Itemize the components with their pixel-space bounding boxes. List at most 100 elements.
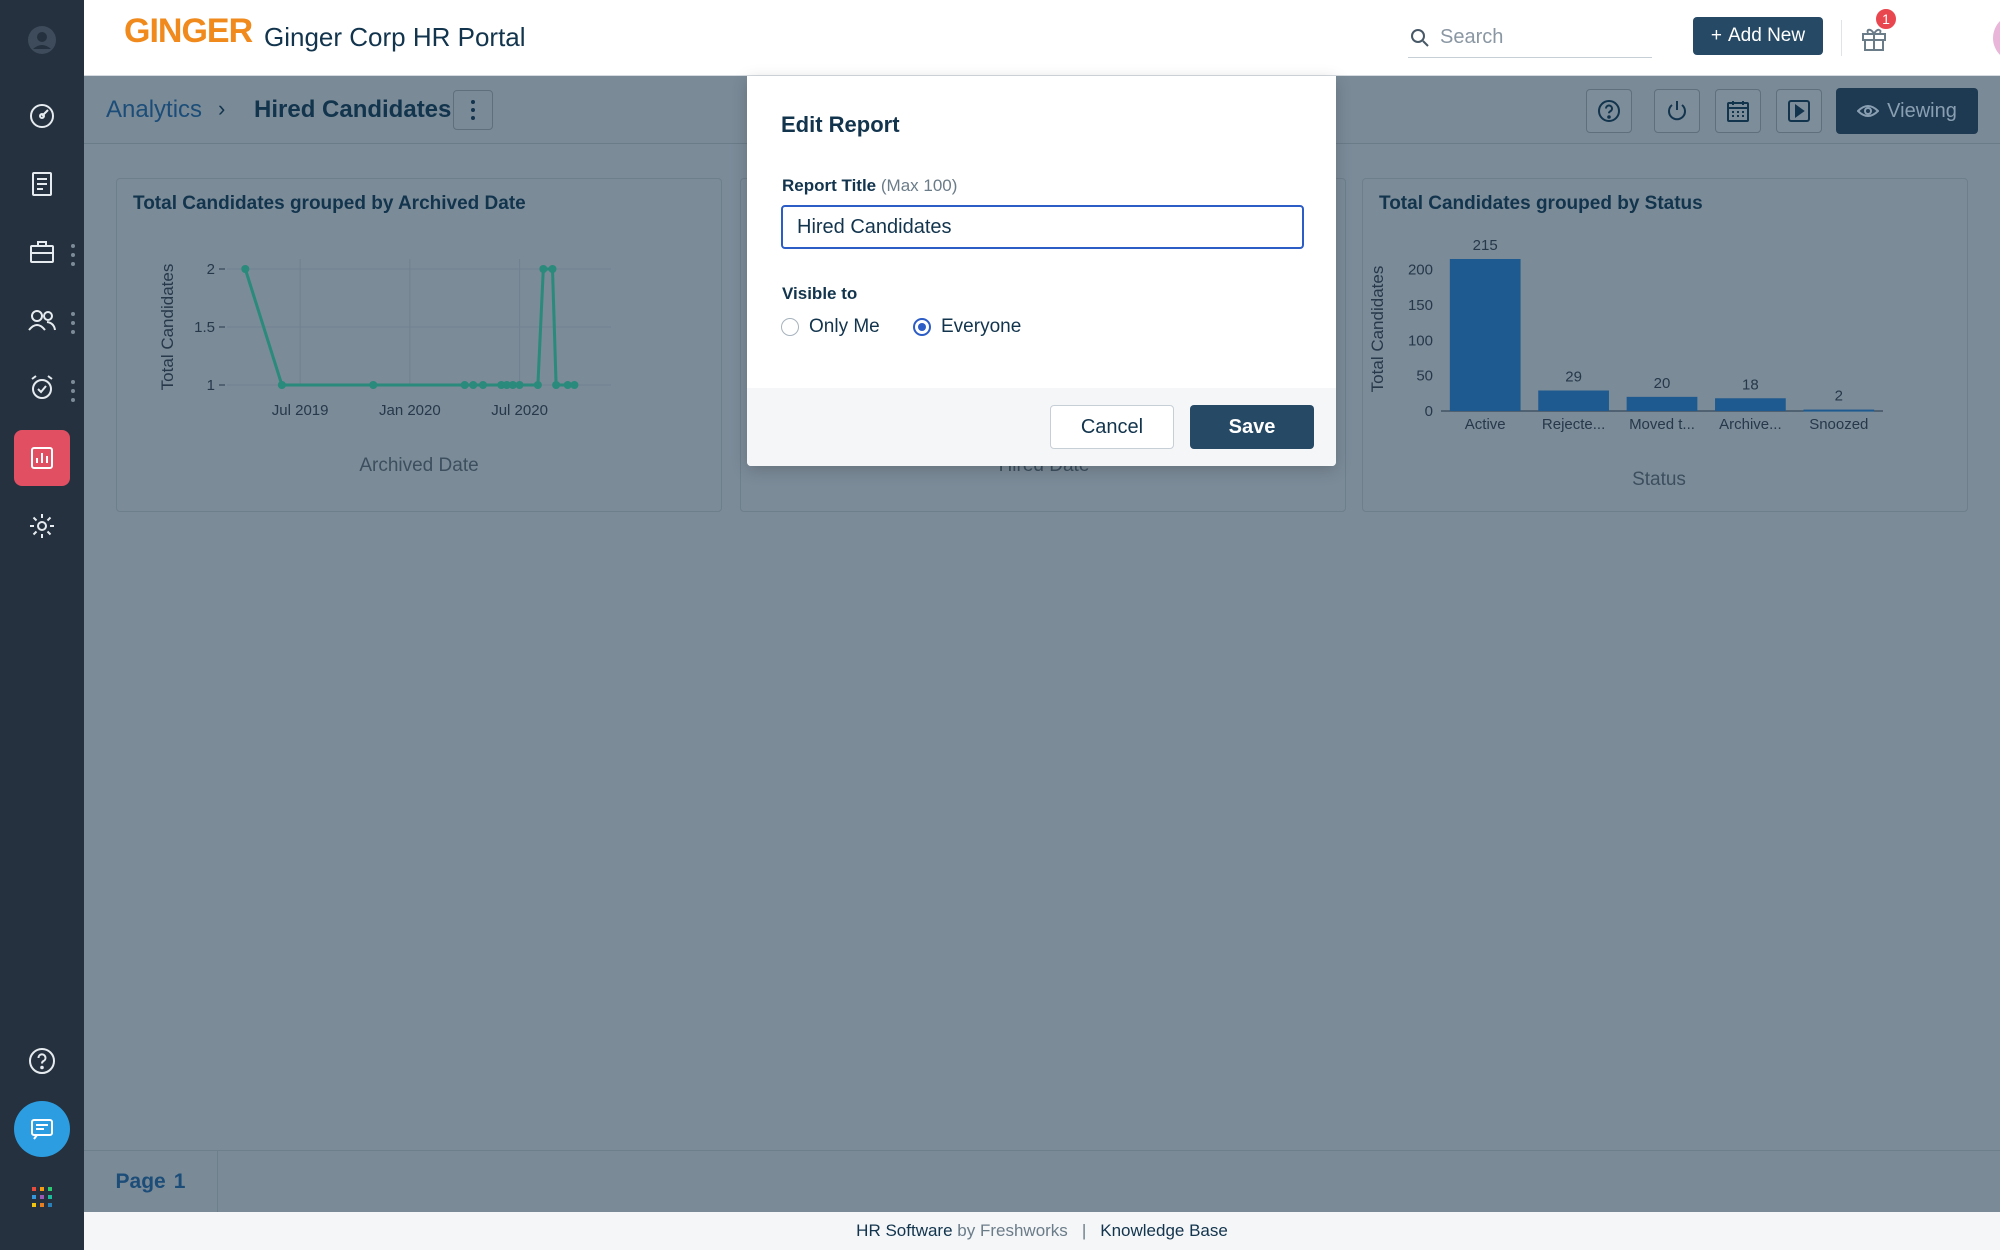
ginger-logo[interactable]: GINGER [124,12,253,51]
people-more-icon[interactable] [70,312,76,334]
bar-value-label: 215 [1473,237,1498,254]
data-point [533,381,542,389]
help-icon[interactable] [14,1033,70,1089]
radio-only-me[interactable]: Only Me [781,316,880,338]
briefcase-icon[interactable] [14,224,70,280]
x-axis-label: Status [1632,469,1686,490]
report-title-input[interactable] [781,205,1304,249]
page-tab[interactable]: Page 1 [84,1151,218,1213]
dashboard-icon[interactable] [14,88,70,144]
chat-icon[interactable] [14,1101,70,1157]
x-tick-label: Moved t... [1629,416,1695,433]
bar-value-label: 2 [1835,388,1843,405]
footer-software[interactable]: HR Software [856,1221,952,1240]
y-axis-label: Total Candidates [158,264,177,391]
profile-icon[interactable] [14,12,70,68]
data-point [479,381,487,389]
x-tick-label: Jan 2020 [379,402,441,419]
bar-value-label: 29 [1565,368,1582,385]
play-icon [1788,100,1810,122]
help-button[interactable] [1586,89,1632,133]
schedule-button[interactable] [1715,89,1761,133]
export-button[interactable] [1654,89,1700,133]
forms-icon[interactable] [14,156,70,212]
y-tick-label: 2 [207,261,215,278]
power-icon [1668,101,1686,121]
edit-report-modal: Edit Report Report Title (Max 100) Visib… [747,76,1336,466]
archived-line-chart: Jul 2019 Jan 2020 Jul 2020 2 1.5 1 Total Candi… [158,259,611,476]
user-avatar[interactable]: M [1993,14,2000,62]
status-bar-chart: 200 150 100 50 0 Total Candidates Status 215 Act… [1368,237,1883,490]
briefcase-more-icon[interactable] [70,244,76,266]
add-new-label: Add New [1728,25,1806,46]
page-number: 1 [173,1170,186,1193]
x-tick-label: Jul 2019 [272,402,329,419]
footer-knowledge-base[interactable]: Knowledge Base [1100,1221,1228,1241]
x-axis-label: Archived Date [359,455,478,476]
chevron-right-icon: › [218,96,226,121]
y-tick-label: 100 [1408,332,1433,349]
footer: HR Software by Freshworks | Knowledge Ba… [84,1212,2000,1250]
bar [1626,396,1698,411]
bar [1449,259,1521,411]
alarm-more-icon[interactable] [70,380,76,402]
bar [1715,398,1786,411]
visible-to-label: Visible to [782,284,858,303]
top-header: GINGER Ginger Corp HR Portal + Add New 1… [84,0,2000,76]
data-point [460,381,469,389]
data-point [515,381,524,389]
y-tick-label: 50 [1416,368,1433,385]
y-tick-label: 0 [1425,403,1433,420]
people-icon[interactable] [14,292,70,348]
eye-icon [1857,105,1880,117]
search-input[interactable] [1440,26,1640,49]
y-tick-label: 200 [1408,262,1433,279]
radio-label: Only Me [809,316,880,337]
radio-label: Everyone [941,316,1022,337]
chart-card-archived[interactable]: Total Candidates grouped by Archived Dat… [116,178,722,512]
cancel-button[interactable]: Cancel [1050,405,1174,449]
x-tick-label: Archive... [1719,416,1782,433]
search-bar[interactable] [1408,18,1652,58]
modal-title: Edit Report [781,112,900,137]
data-point [277,381,286,389]
help-icon [1598,100,1620,122]
footer-by: by Freshworks [957,1221,1068,1240]
header-divider [1841,20,1842,56]
breadcrumb-current: Hired Candidates [254,96,452,123]
x-tick-label: Rejecte... [1542,416,1605,433]
x-tick-label: Active [1465,416,1506,433]
calendar-icon [1727,101,1749,122]
save-button[interactable]: Save [1190,405,1314,449]
y-axis-label: Total Candidates [1368,266,1387,393]
reports-icon[interactable] [14,430,70,486]
report-title-label: Report Title (Max 100) [782,176,957,196]
breadcrumb-analytics[interactable]: Analytics [106,96,202,124]
more-options-button[interactable] [453,90,493,130]
search-icon [1411,28,1429,47]
radio-everyone[interactable]: Everyone [913,316,1021,338]
data-point [369,381,378,389]
alarm-icon[interactable] [14,360,70,416]
page-label: Page [115,1170,166,1193]
present-button[interactable] [1776,89,1822,133]
data-point [570,381,579,389]
chart-card-status[interactable]: Total Candidates grouped by Status 200 15… [1362,178,1968,512]
y-tick-label: 1.5 [194,319,215,336]
radio-button[interactable] [781,318,799,336]
sidebar [0,0,84,1250]
y-tick-label: 150 [1408,297,1433,314]
apps-grid-icon[interactable] [14,1169,70,1225]
radio-button-checked[interactable] [913,318,931,336]
gear-icon[interactable] [14,498,70,554]
page-bar: Page 1 [84,1150,2000,1213]
y-tick-label: 1 [207,377,215,394]
data-point [241,265,250,273]
add-new-button[interactable]: + Add New [1693,17,1823,55]
data-point [469,381,478,389]
viewing-toggle[interactable]: Viewing [1836,88,1978,134]
x-tick-label: Snoozed [1809,416,1868,433]
bar-value-label: 20 [1654,375,1671,392]
x-tick-label: Jul 2020 [491,402,548,419]
report-title-hint: (Max 100) [880,176,958,195]
